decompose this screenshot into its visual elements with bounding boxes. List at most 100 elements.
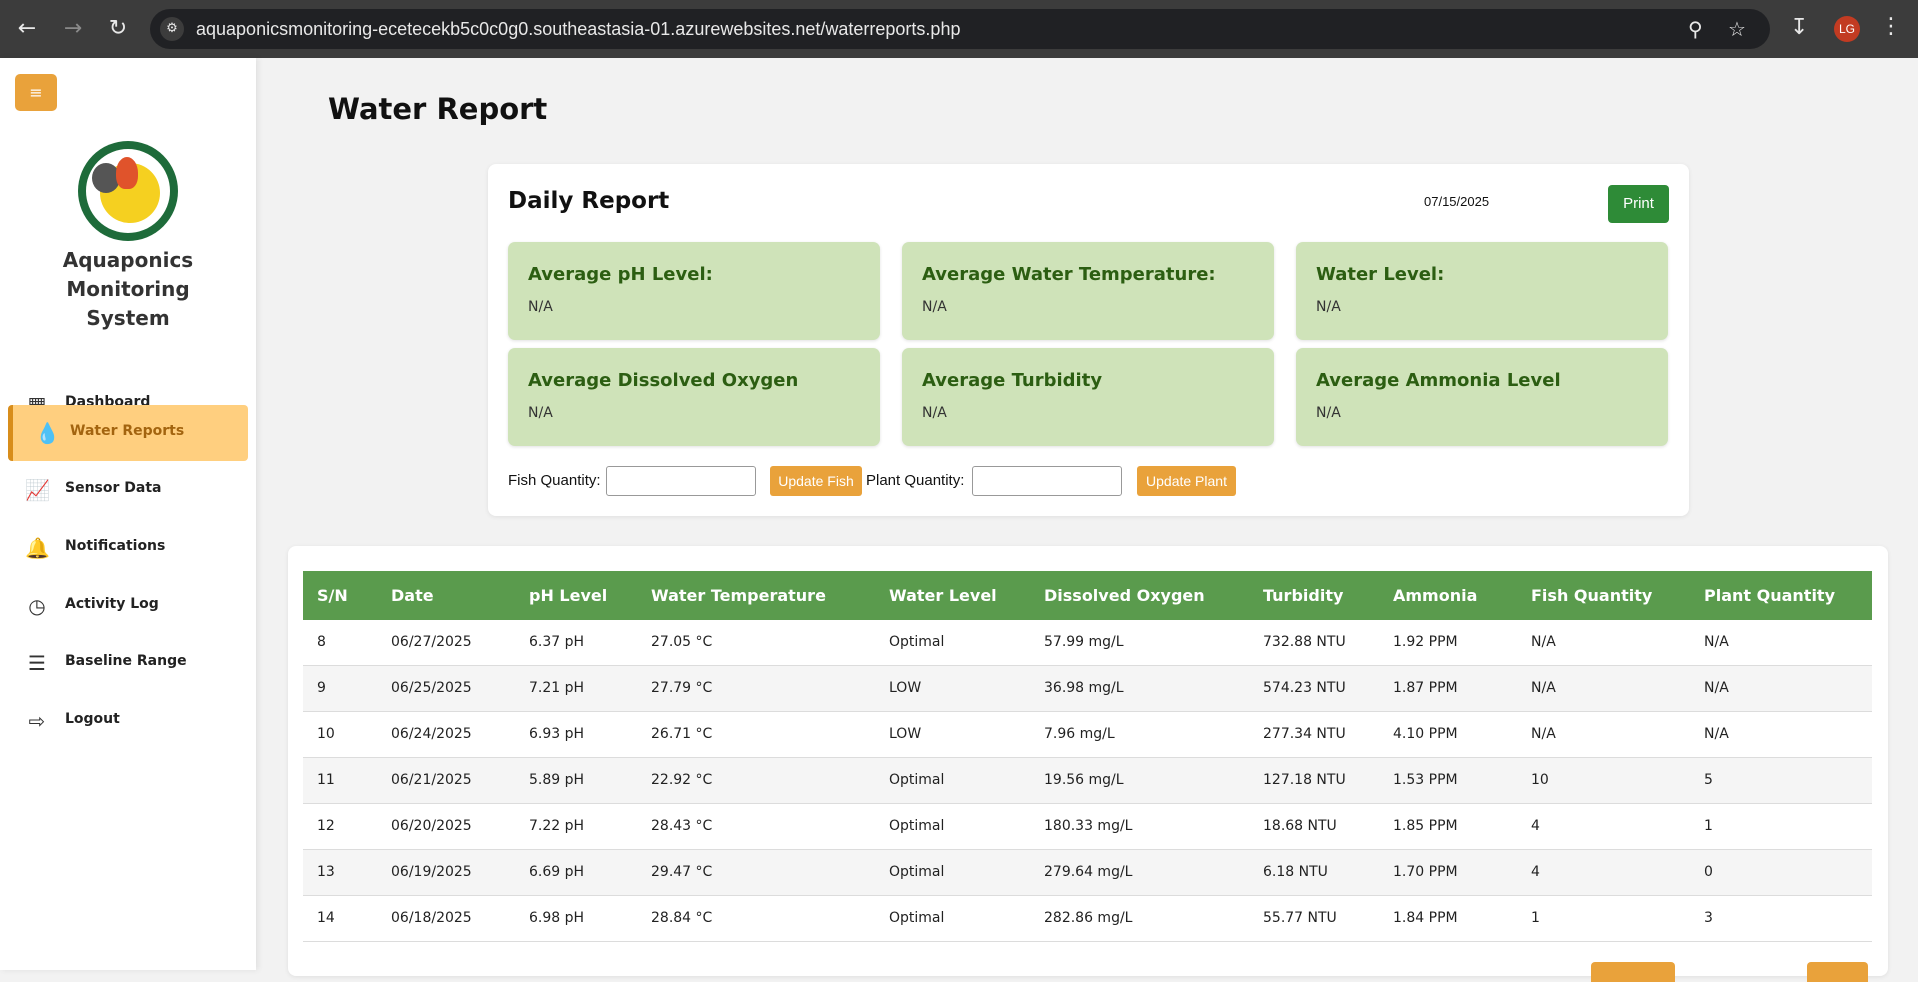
table-cell: 4	[1531, 818, 1540, 834]
table-cell: 06/19/2025	[391, 864, 472, 880]
table-cell: 277.34 NTU	[1263, 726, 1346, 742]
update-plant-button[interactable]: Update Plant	[1137, 466, 1236, 496]
clock-icon: ◷	[28, 594, 46, 618]
table-cell: 06/24/2025	[391, 726, 472, 742]
site-info-icon[interactable]: ⚙	[160, 17, 184, 41]
table-cell: 4.10 PPM	[1393, 726, 1458, 742]
table-cell: 06/27/2025	[391, 634, 472, 650]
sidebar-item-activity-log[interactable]: ◷ Activity Log	[8, 578, 248, 634]
sidebar-item-baseline-range[interactable]: ☰ Baseline Range	[8, 635, 248, 691]
table-row: 10 06/24/2025 6.93 pH 26.71 °C LOW 7.96 …	[303, 712, 1872, 758]
column-header: Water Level	[889, 586, 997, 605]
url-text[interactable]: aquaponicsmonitoring-ecetecekb5c0c0g0.so…	[196, 19, 960, 40]
table-cell: 4	[1531, 864, 1540, 880]
column-header: S/N	[317, 586, 348, 605]
table-cell: N/A	[1531, 634, 1556, 650]
pagination-previous-button[interactable]	[1591, 962, 1675, 982]
stat-label: Average pH Level:	[528, 264, 713, 285]
sidebar-item-water-reports[interactable]: 💧 Water Reports	[8, 405, 248, 461]
table-cell: 19.56 mg/L	[1044, 772, 1124, 788]
stat-card-water-level: Water Level: N/A	[1296, 242, 1668, 340]
zoom-icon[interactable]: ⚲	[1688, 17, 1703, 41]
table-cell: N/A	[1531, 726, 1556, 742]
stat-label: Average Turbidity	[922, 370, 1103, 391]
table-cell: Optimal	[889, 772, 945, 788]
more-menu-icon[interactable]: ⋮	[1880, 14, 1902, 39]
table-cell: 6.37 pH	[529, 634, 585, 650]
table-cell: 06/18/2025	[391, 910, 472, 926]
column-header: Water Temperature	[651, 586, 826, 605]
table-cell: 11	[317, 772, 335, 788]
table-cell: 10	[1531, 772, 1549, 788]
table-cell: Optimal	[889, 634, 945, 650]
print-button[interactable]: Print	[1608, 185, 1669, 223]
daily-report-title: Daily Report	[508, 188, 670, 214]
table-cell: 3	[1704, 910, 1713, 926]
plant-quantity-label: Plant Quantity:	[866, 472, 965, 489]
table-cell: 06/25/2025	[391, 680, 472, 696]
forward-icon[interactable]: →	[58, 14, 88, 44]
download-icon[interactable]: ↧	[1790, 15, 1808, 40]
brand-line-2: System	[86, 306, 170, 330]
stat-value: N/A	[1316, 299, 1341, 315]
table-cell: LOW	[889, 726, 922, 742]
table-cell: 06/21/2025	[391, 772, 472, 788]
app-brand: Aquaponics Monitoring System	[0, 246, 256, 333]
sidebar-item-notifications[interactable]: 🔔 Notifications	[8, 520, 248, 576]
table-cell: 55.77 NTU	[1263, 910, 1337, 926]
column-header: Ammonia	[1393, 586, 1478, 605]
report-date[interactable]: 07/15/2025	[1424, 194, 1489, 209]
table-cell: 1.92 PPM	[1393, 634, 1458, 650]
update-fish-button[interactable]: Update Fish	[770, 466, 862, 496]
stat-card-turbidity: Average Turbidity N/A	[902, 348, 1274, 446]
pagination-next-button[interactable]	[1807, 962, 1868, 982]
sidebar-item-label: Notifications	[65, 538, 166, 554]
column-header: Turbidity	[1263, 586, 1344, 605]
chart-icon: 📈	[25, 478, 50, 502]
stat-card-dissolved-oxygen: Average Dissolved Oxygen N/A	[508, 348, 880, 446]
menu-toggle-button[interactable]: ≡	[15, 74, 57, 111]
table-cell: 1.85 PPM	[1393, 818, 1458, 834]
table-cell: 06/20/2025	[391, 818, 472, 834]
table-cell: 27.79 °C	[651, 680, 713, 696]
table-cell: 180.33 mg/L	[1044, 818, 1133, 834]
table-cell: N/A	[1704, 726, 1729, 742]
water-drop-icon: 💧	[35, 421, 60, 445]
table-cell: 13	[317, 864, 335, 880]
table-cell: 7.96 mg/L	[1044, 726, 1115, 742]
profile-avatar[interactable]: LG	[1834, 16, 1860, 42]
table-cell: 27.05 °C	[651, 634, 713, 650]
table-cell: 8	[317, 634, 326, 650]
table-cell: LOW	[889, 680, 922, 696]
table-cell: 1.70 PPM	[1393, 864, 1458, 880]
stat-card-ammonia: Average Ammonia Level N/A	[1296, 348, 1668, 446]
table-cell: 5.89 pH	[529, 772, 585, 788]
reload-icon[interactable]: ↻	[103, 14, 133, 44]
table-cell: 7.21 pH	[529, 680, 585, 696]
table-cell: 6.69 pH	[529, 864, 585, 880]
plant-quantity-input[interactable]	[972, 466, 1122, 496]
sidebar-item-label: Logout	[65, 711, 120, 727]
table-row: 12 06/20/2025 7.22 pH 28.43 °C Optimal 1…	[303, 804, 1872, 850]
bookmark-star-icon[interactable]: ☆	[1728, 17, 1746, 41]
back-icon[interactable]: ←	[12, 14, 42, 44]
address-bar[interactable]: ⚙ aquaponicsmonitoring-ecetecekb5c0c0g0.…	[150, 9, 1770, 49]
table-cell: 6.18 NTU	[1263, 864, 1328, 880]
stat-card-ph: Average pH Level: N/A	[508, 242, 880, 340]
table-cell: 18.68 NTU	[1263, 818, 1337, 834]
sidebar-item-sensor-data[interactable]: 📈 Sensor Data	[8, 462, 248, 518]
table-cell: 7.22 pH	[529, 818, 585, 834]
table-cell: 28.43 °C	[651, 818, 713, 834]
table-header: S/N Date pH Level Water Temperature Wate…	[303, 571, 1872, 620]
table-row: 11 06/21/2025 5.89 pH 22.92 °C Optimal 1…	[303, 758, 1872, 804]
table-cell: 57.99 mg/L	[1044, 634, 1124, 650]
sidebar-item-logout[interactable]: ⇨ Logout	[8, 693, 248, 749]
logout-icon: ⇨	[28, 709, 46, 733]
fish-quantity-input[interactable]	[606, 466, 756, 496]
table-cell: 12	[317, 818, 335, 834]
daily-report-card: Daily Report 07/15/2025 Print Average pH…	[488, 164, 1689, 516]
table-cell: 5	[1704, 772, 1713, 788]
table-cell: 10	[317, 726, 335, 742]
table-cell: 36.98 mg/L	[1044, 680, 1124, 696]
page-title: Water Report	[328, 92, 548, 126]
